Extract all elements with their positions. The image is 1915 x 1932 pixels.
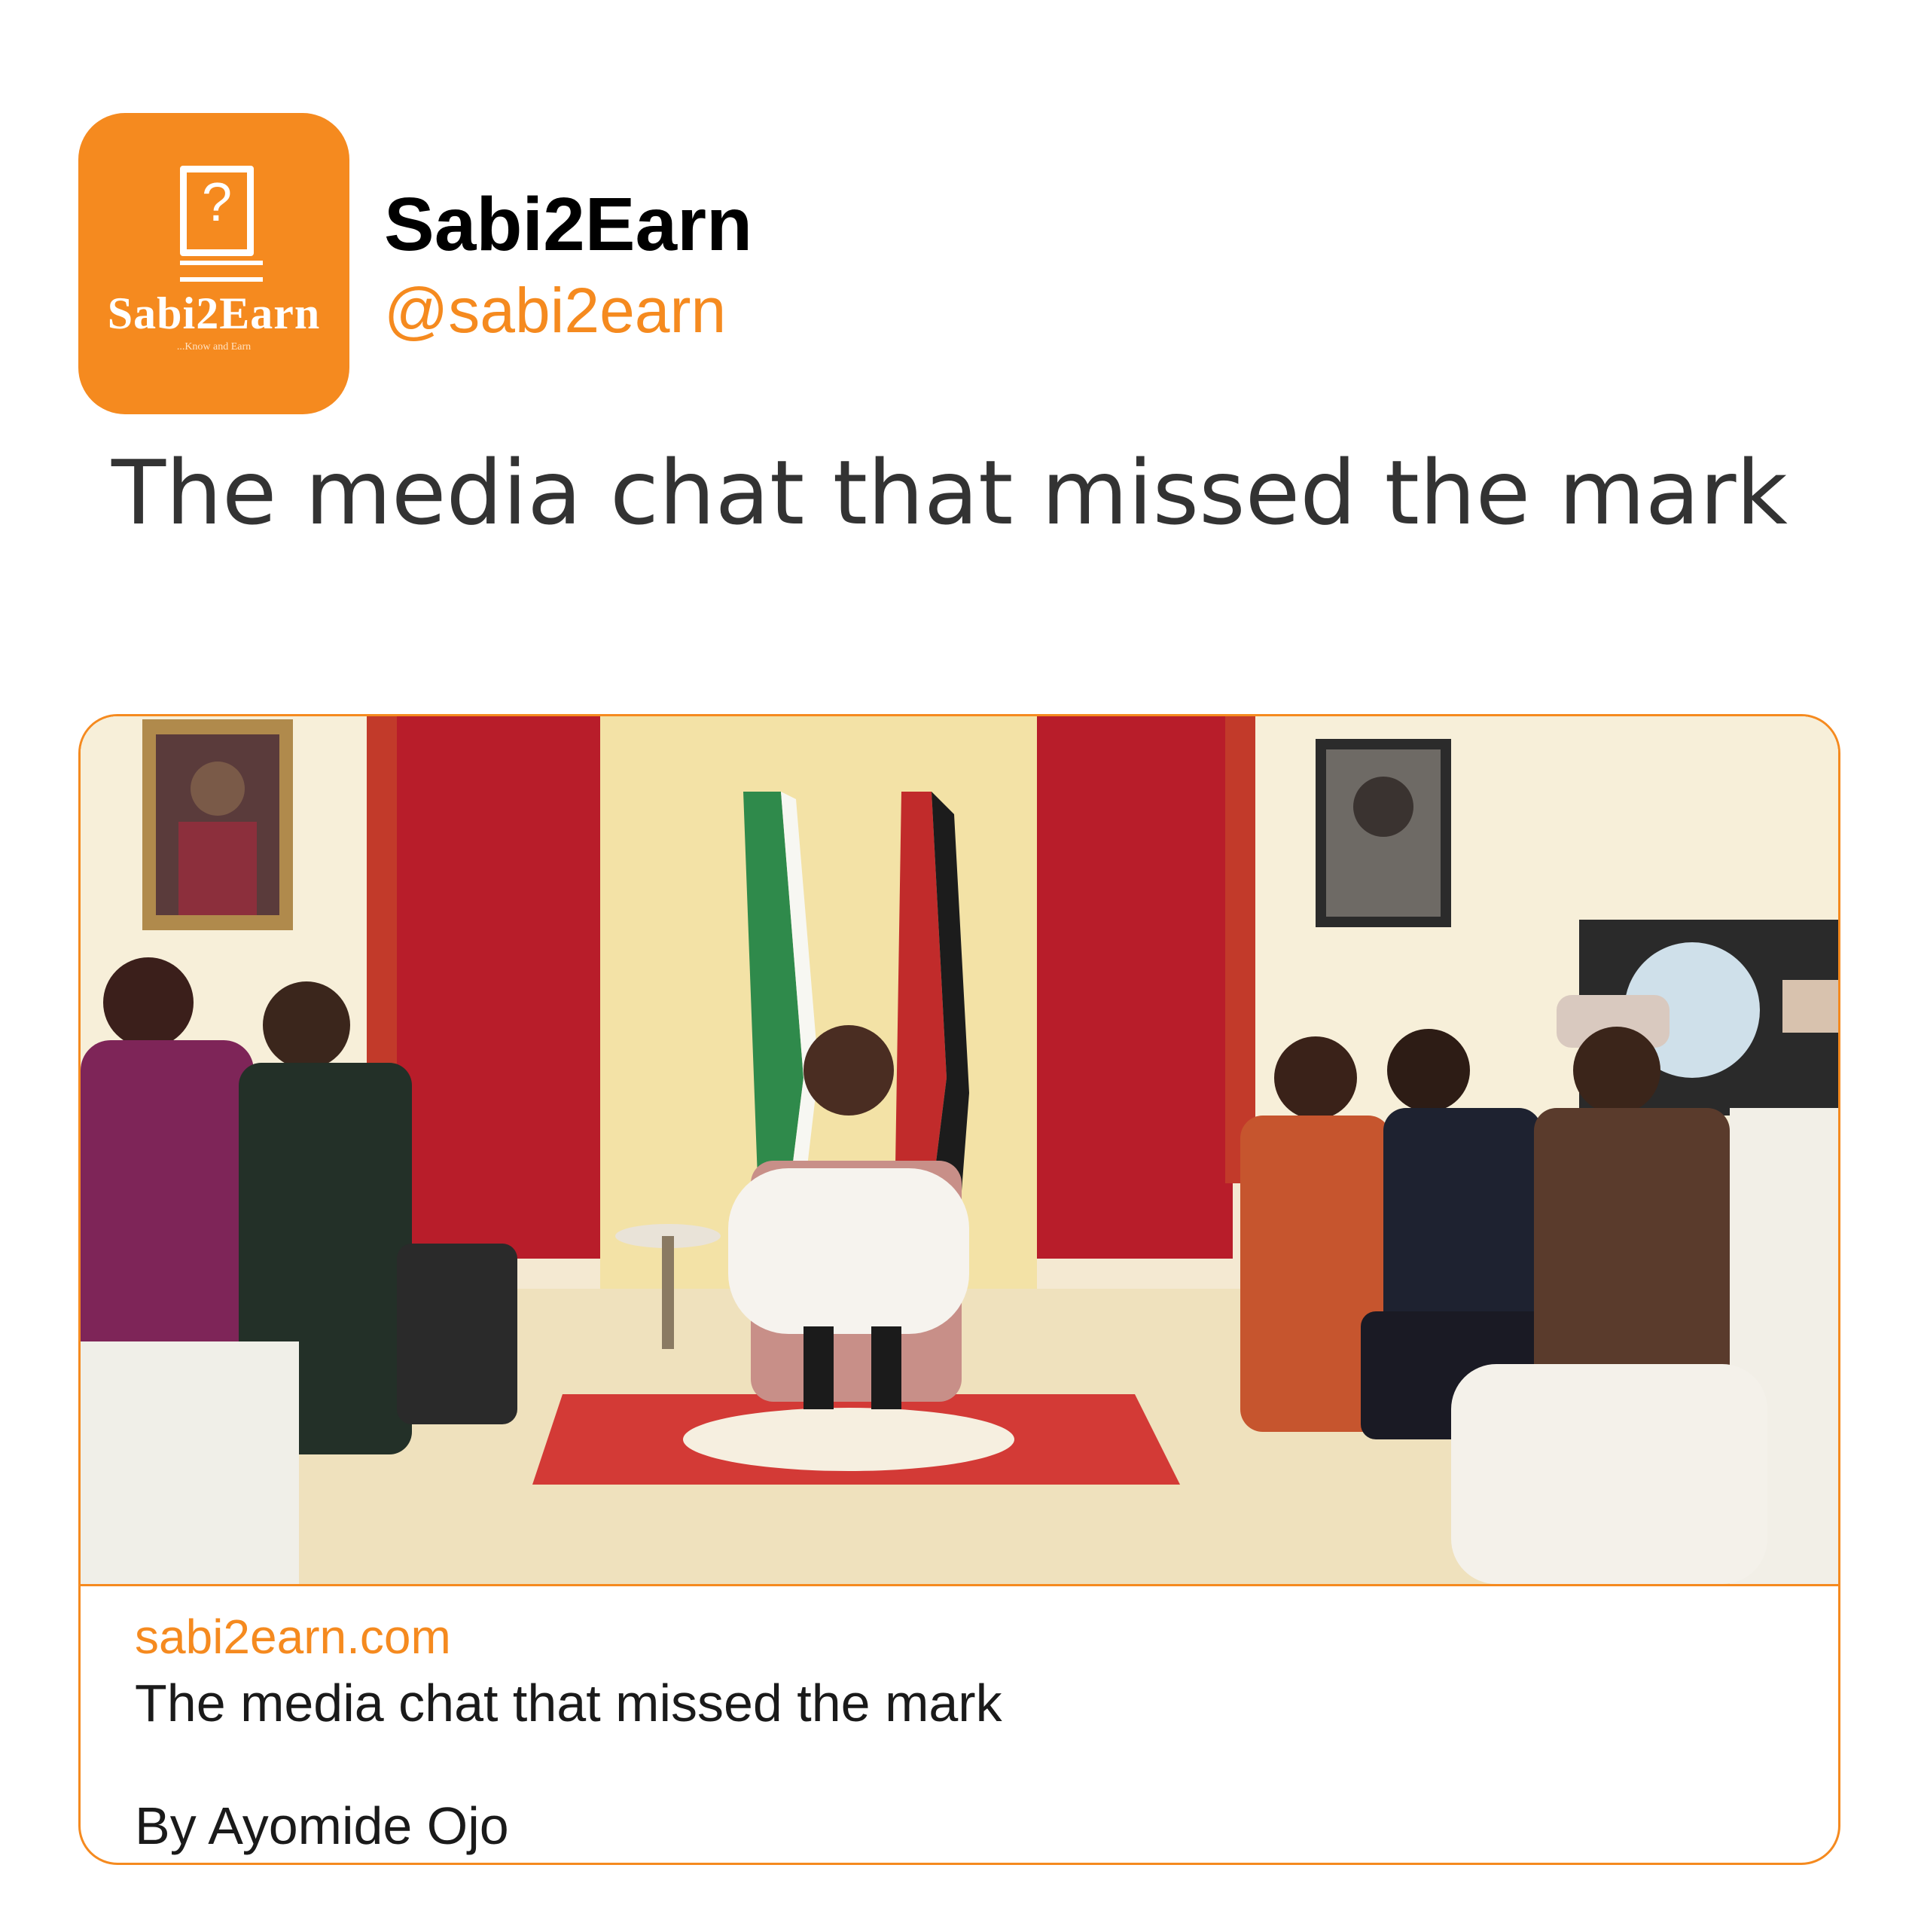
link-card[interactable]: sabi2earn.com The media chat that missed… [78, 714, 1840, 1865]
card-byline: By Ayomide Ojo [135, 1796, 509, 1855]
profile-handle[interactable]: @sabi2earn [384, 279, 726, 342]
avatar-tagline: ...Know and Earn [176, 341, 252, 353]
avatar[interactable]: ? Sabi2Earn ...Know and Earn [78, 113, 349, 414]
avatar-logo-text: Sabi2Earn [107, 288, 321, 338]
question-book-icon: ? [180, 166, 254, 256]
post-text: The media chat that missed the mark [111, 441, 1788, 545]
curtain-right [1037, 716, 1233, 1259]
book-pages-icon [180, 261, 263, 282]
guest-right-2 [1383, 1108, 1541, 1334]
curtain-left [389, 716, 600, 1259]
central-figure [728, 1168, 969, 1334]
profile-name[interactable]: Sabi2Earn [384, 187, 752, 262]
card-divider [81, 1584, 1838, 1586]
card-title[interactable]: The media chat that missed the mark [135, 1677, 1002, 1729]
card-domain[interactable]: sabi2earn.com [135, 1613, 451, 1661]
card-image[interactable] [81, 716, 1838, 1584]
